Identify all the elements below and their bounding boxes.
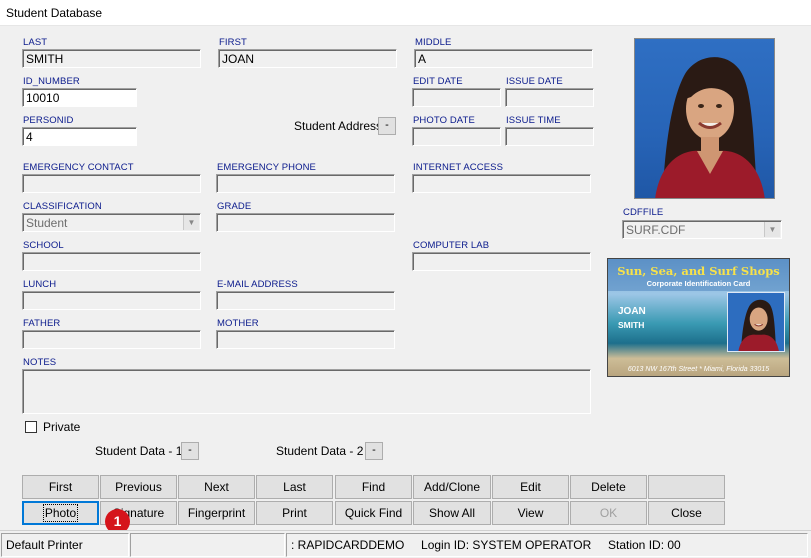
status-printer: Default Printer	[1, 533, 129, 557]
lunch-label: LUNCH	[23, 279, 57, 290]
title-bar: Student Database	[0, 0, 811, 26]
card-subtitle: Corporate Identification Card	[646, 279, 751, 288]
edit-date-field[interactable]	[412, 88, 501, 107]
edit-date-label: EDIT DATE	[413, 76, 463, 87]
student-address-button[interactable]: -	[378, 117, 396, 135]
ok-button[interactable]: OK	[570, 501, 647, 525]
card-photo	[727, 292, 785, 352]
personid-label: PERSONID	[23, 115, 74, 126]
student-photo[interactable]	[634, 38, 775, 199]
blank-button[interactable]	[648, 475, 725, 499]
id-number-label: ID_NUMBER	[23, 76, 80, 87]
first-label: FIRST	[219, 37, 247, 48]
student-data-1-button[interactable]: -	[181, 442, 199, 460]
status-info: : RAPIDCARDDEMO Login ID: SYSTEM OPERATO…	[286, 533, 808, 557]
school-field[interactable]	[22, 252, 201, 271]
email-field[interactable]	[216, 291, 395, 310]
father-label: FATHER	[23, 318, 61, 329]
internet-access-field[interactable]	[412, 174, 591, 193]
id-card-preview[interactable]: Sun, Sea, and Surf Shops Corporate Ident…	[607, 258, 790, 377]
photo-date-field[interactable]	[412, 127, 501, 146]
personid-field[interactable]: 4	[22, 127, 137, 146]
card-title: Sun, Sea, and Surf Shops	[617, 264, 780, 278]
emergency-contact-label: EMERGENCY CONTACT	[23, 162, 134, 173]
status-bar: Default Printer : RAPIDCARDDEMO Login ID…	[0, 530, 811, 558]
first-field[interactable]: JOAN	[218, 49, 397, 68]
card-address: 6013 NW 167th Street * Miami, Florida 33…	[627, 366, 770, 373]
school-label: SCHOOL	[23, 240, 64, 251]
chevron-down-icon[interactable]: ▼	[764, 222, 780, 237]
photo-button-label: Photo	[42, 504, 79, 522]
father-field[interactable]	[22, 330, 201, 349]
issue-time-field[interactable]	[505, 127, 594, 146]
card-first-name: JOAN	[618, 306, 646, 317]
fingerprint-button[interactable]: Fingerprint	[178, 501, 255, 525]
first-button[interactable]: First	[22, 475, 99, 499]
classification-select[interactable]: Student ▼	[22, 213, 201, 232]
cdffile-label: CDFFILE	[623, 207, 664, 218]
status-station: Station ID: 00	[608, 538, 681, 552]
status-blank	[130, 533, 285, 557]
id-number-field[interactable]: 10010	[22, 88, 137, 107]
next-button[interactable]: Next	[178, 475, 255, 499]
computer-lab-field[interactable]	[412, 252, 591, 271]
photo-date-label: PHOTO DATE	[413, 115, 475, 126]
last-label: LAST	[23, 37, 48, 48]
last-button[interactable]: Last	[256, 475, 333, 499]
quick-find-button[interactable]: Quick Find	[335, 501, 412, 525]
close-button[interactable]: Close	[648, 501, 725, 525]
private-checkbox[interactable]	[25, 421, 37, 433]
last-field[interactable]: SMITH	[22, 49, 201, 68]
edit-button[interactable]: Edit	[492, 475, 569, 499]
emergency-phone-field[interactable]	[216, 174, 395, 193]
lunch-field[interactable]	[22, 291, 201, 310]
email-label: E-MAIL ADDRESS	[217, 279, 298, 290]
show-all-button[interactable]: Show All	[413, 501, 491, 525]
issue-time-label: ISSUE TIME	[506, 115, 561, 126]
emergency-contact-field[interactable]	[22, 174, 201, 193]
card-last-name: SMITH	[618, 320, 645, 330]
grade-field[interactable]	[216, 213, 395, 232]
add-clone-button[interactable]: Add/Clone	[413, 475, 491, 499]
grade-label: GRADE	[217, 201, 252, 212]
student-address-label: Student Address	[294, 119, 383, 133]
mother-label: MOTHER	[217, 318, 259, 329]
student-data-1-label: Student Data - 1	[95, 444, 183, 458]
classification-value: Student	[26, 216, 68, 230]
internet-access-label: INTERNET ACCESS	[413, 162, 504, 173]
cdffile-value: SURF.CDF	[626, 223, 686, 237]
window-title: Student Database	[6, 6, 103, 20]
computer-lab-label: COMPUTER LAB	[413, 240, 490, 251]
student-data-2-label: Student Data - 2	[276, 444, 364, 458]
notes-field[interactable]	[22, 369, 591, 414]
student-portrait-icon	[738, 299, 779, 351]
mother-field[interactable]	[216, 330, 395, 349]
middle-label: MIDDLE	[415, 37, 452, 48]
emergency-phone-label: EMERGENCY PHONE	[217, 162, 316, 173]
print-button[interactable]: Print	[256, 501, 333, 525]
issue-date-label: ISSUE DATE	[506, 76, 563, 87]
student-data-2-button[interactable]: -	[365, 442, 383, 460]
view-button[interactable]: View	[492, 501, 569, 525]
photo-button[interactable]: Photo	[22, 501, 99, 525]
status-login: Login ID: SYSTEM OPERATOR	[421, 538, 592, 552]
issue-date-field[interactable]	[505, 88, 594, 107]
private-label: Private	[43, 420, 81, 434]
student-portrait-icon	[655, 57, 765, 198]
find-button[interactable]: Find	[335, 475, 412, 499]
middle-field[interactable]: A	[414, 49, 593, 68]
status-database: : RAPIDCARDDEMO	[291, 538, 405, 552]
classification-label: CLASSIFICATION	[23, 201, 102, 212]
notes-label: NOTES	[23, 357, 57, 368]
cdffile-select[interactable]: SURF.CDF ▼	[622, 220, 782, 239]
previous-button[interactable]: Previous	[100, 475, 177, 499]
chevron-down-icon[interactable]: ▼	[183, 215, 199, 230]
delete-button[interactable]: Delete	[570, 475, 647, 499]
